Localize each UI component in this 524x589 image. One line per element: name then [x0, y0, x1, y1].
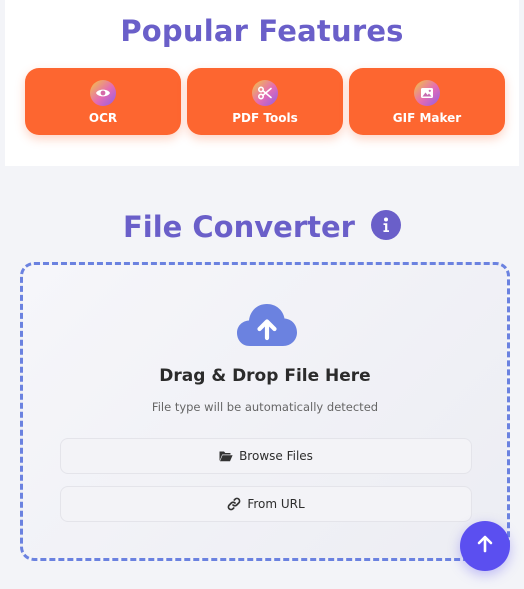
browse-files-label: Browse Files	[239, 449, 313, 463]
info-icon[interactable]	[371, 210, 402, 240]
feature-card-pdf-tools[interactable]: PDF Tools	[187, 68, 343, 135]
eye-icon	[90, 80, 116, 106]
from-url-button[interactable]: From URL	[60, 486, 472, 522]
scissors-icon	[252, 80, 278, 106]
feature-card-ocr[interactable]: OCR	[25, 68, 181, 135]
drop-subtitle: File type will be automatically detected	[151, 400, 379, 414]
drop-title: Drag & Drop File Here	[159, 366, 371, 386]
file-drop-zone[interactable]: Drag & Drop File Here File type will be …	[20, 262, 510, 561]
folder-open-icon	[219, 450, 233, 462]
feature-card-gif-maker[interactable]: GIF Maker	[349, 68, 505, 135]
feature-label-ocr: OCR	[88, 111, 118, 125]
popular-features-title: Popular Features	[120, 14, 404, 48]
feature-label-gif-maker: GIF Maker	[392, 111, 462, 125]
image-icon	[414, 80, 440, 106]
file-converter-title-text: File Converter	[122, 210, 355, 244]
from-url-label: From URL	[247, 497, 305, 511]
popular-features-section: Popular Features OCR PDF Tools GIF Maker	[5, 0, 519, 166]
file-converter-title: File Converter	[0, 208, 524, 244]
arrow-up-icon	[475, 534, 495, 558]
feature-label-pdf-tools: PDF Tools	[232, 111, 298, 125]
browse-files-button[interactable]: Browse Files	[60, 438, 472, 474]
link-icon	[227, 497, 241, 511]
cloud-upload-icon	[236, 302, 298, 348]
scroll-to-top-button[interactable]	[460, 521, 510, 571]
